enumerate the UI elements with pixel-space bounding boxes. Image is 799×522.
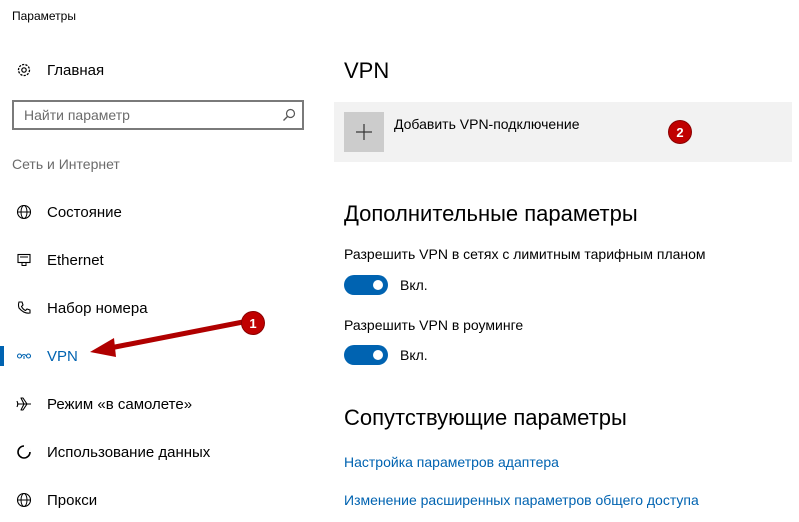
related-settings-title: Сопутствующие параметры xyxy=(344,405,627,430)
sidebar-item-airplane-mode[interactable]: Режим «в самолете» xyxy=(0,382,320,426)
annotation-badge-1: 1 xyxy=(242,312,264,334)
sidebar-item-vpn[interactable]: VPN xyxy=(0,334,320,378)
active-indicator xyxy=(0,346,4,366)
search-icon[interactable] xyxy=(276,108,302,122)
metered-setting-label: Разрешить VPN в сетях с лимитным тарифны… xyxy=(344,246,706,262)
sidebar-item-label: Состояние xyxy=(47,203,122,221)
roaming-toggle-state: Вкл. xyxy=(400,347,428,363)
sidebar-item-ethernet[interactable]: Ethernet xyxy=(0,238,320,282)
sidebar-item-label: Использование данных xyxy=(47,443,211,461)
add-vpn-label: Добавить VPN-подключение xyxy=(394,116,580,132)
sidebar-item-label: Прокси xyxy=(47,491,98,509)
sidebar-item-label: Ethernet xyxy=(47,251,104,269)
airplane-icon xyxy=(14,394,34,414)
sidebar-item-data-usage[interactable]: Использование данных xyxy=(0,430,320,474)
gear-icon xyxy=(14,60,34,80)
sidebar-item-dialup[interactable]: Набор номера xyxy=(0,286,320,330)
metered-toggle[interactable] xyxy=(344,275,388,295)
sidebar-item-label: VPN xyxy=(47,347,78,365)
sidebar-item-proxy[interactable]: Прокси xyxy=(0,478,320,522)
search-input[interactable] xyxy=(14,107,276,123)
add-vpn-button[interactable]: Добавить VPN-подключение xyxy=(334,102,792,162)
adapter-settings-link[interactable]: Настройка параметров адаптера xyxy=(344,454,559,470)
page-title: VPN xyxy=(344,58,390,83)
globe-icon xyxy=(14,202,34,222)
section-label: Сеть и Интернет xyxy=(12,156,120,172)
roaming-setting-label: Разрешить VPN в роуминге xyxy=(344,317,524,333)
search-box[interactable] xyxy=(12,100,304,130)
sidebar-item-status[interactable]: Состояние xyxy=(0,190,320,234)
ethernet-icon xyxy=(14,250,34,270)
toggle-knob xyxy=(373,280,383,290)
phone-icon xyxy=(14,298,34,318)
toggle-knob xyxy=(373,350,383,360)
data-usage-icon xyxy=(14,442,34,462)
metered-toggle-state: Вкл. xyxy=(400,277,428,293)
home-nav-item[interactable]: Главная xyxy=(14,58,104,82)
annotation-badge-2: 2 xyxy=(669,121,691,143)
plus-icon xyxy=(344,112,384,152)
advanced-settings-title: Дополнительные параметры xyxy=(344,201,638,226)
sidebar: Главная Сеть и Интернет Состояние Ethern… xyxy=(0,0,320,521)
sidebar-item-label: Режим «в самолете» xyxy=(47,395,193,413)
vpn-icon xyxy=(14,346,34,366)
home-label: Главная xyxy=(47,61,105,79)
sidebar-item-label: Набор номера xyxy=(47,299,148,317)
roaming-toggle[interactable] xyxy=(344,345,388,365)
sharing-settings-link[interactable]: Изменение расширенных параметров общего … xyxy=(344,492,699,508)
globe-icon xyxy=(14,490,34,510)
